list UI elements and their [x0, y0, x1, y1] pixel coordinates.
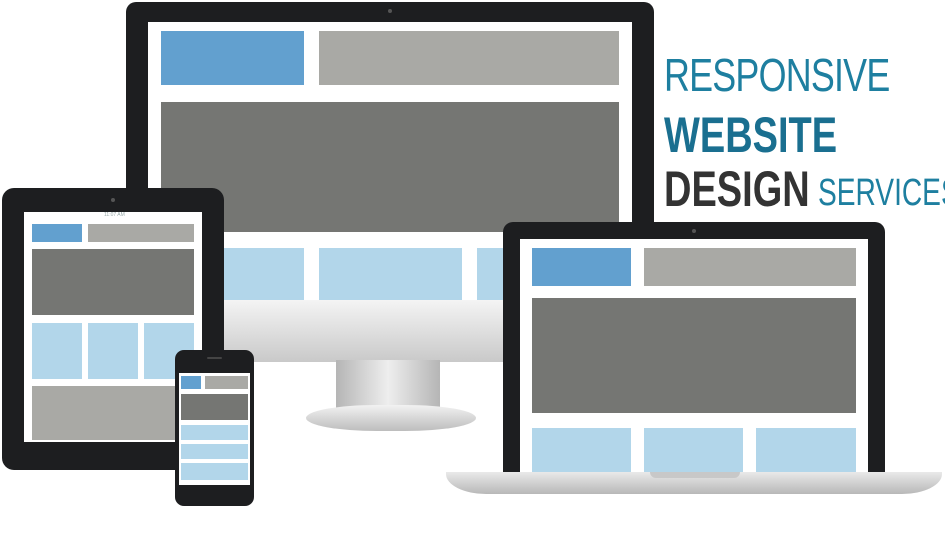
- laptop: [503, 222, 885, 474]
- monitor-header-block: [319, 31, 619, 85]
- phone-logo-block: [181, 376, 201, 389]
- monitor-stand: [336, 360, 440, 410]
- laptop-tile-1: [532, 428, 631, 474]
- tablet-footer-block: [32, 386, 194, 440]
- tablet-content-block: [32, 249, 194, 315]
- laptop-camera-icon: [692, 229, 696, 233]
- phone: [175, 350, 254, 506]
- laptop-tile-3: [756, 428, 856, 474]
- phone-screen: [179, 373, 250, 485]
- laptop-header-block: [644, 248, 856, 286]
- phone-speaker: [207, 357, 222, 359]
- laptop-tile-2: [644, 428, 743, 474]
- tablet-tile-1: [32, 323, 82, 379]
- headline-responsive: RESPONSIVE: [664, 49, 890, 101]
- tablet-logo-block: [32, 224, 82, 242]
- laptop-content-block: [532, 298, 856, 413]
- headline-website: WEBSITE: [664, 107, 838, 163]
- monitor-base: [306, 405, 476, 431]
- laptop-screen: [520, 239, 868, 474]
- monitor-camera-icon: [388, 9, 392, 13]
- phone-tile-1: [181, 425, 248, 440]
- monitor-tile-2: [319, 248, 462, 300]
- phone-tile-2: [181, 444, 248, 459]
- tablet-header-block: [88, 224, 194, 242]
- laptop-notch: [650, 472, 740, 478]
- phone-header-block: [205, 376, 248, 389]
- laptop-logo-block: [532, 248, 631, 286]
- tablet-camera-icon: [111, 198, 115, 202]
- headline-design: DESIGN: [664, 161, 810, 217]
- tablet-status-time: 11:07 AM: [104, 212, 125, 218]
- phone-content-block: [181, 394, 248, 420]
- phone-tile-3: [181, 463, 248, 480]
- monitor-logo-block: [161, 31, 304, 85]
- tablet-tile-2: [88, 323, 138, 379]
- headline-services: SERVICES: [818, 172, 945, 214]
- monitor-content-block: [161, 102, 619, 232]
